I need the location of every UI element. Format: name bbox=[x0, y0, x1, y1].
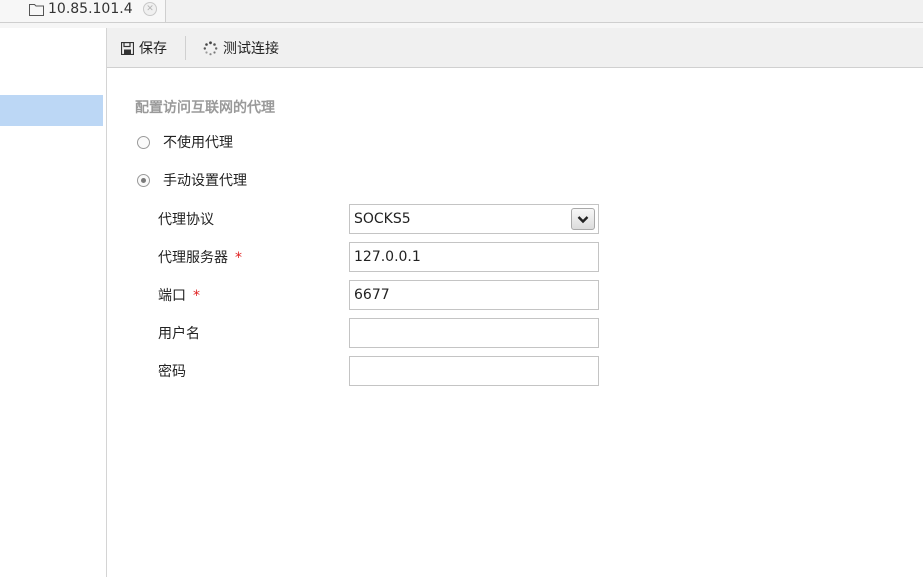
sidebar bbox=[0, 28, 107, 577]
protocol-label: 代理协议 bbox=[158, 212, 214, 228]
password-input[interactable] bbox=[349, 356, 599, 386]
proxy-settings-panel: 配置访问互联网的代理 不使用代理 手动设置代理 代理协议 SOCKS5 代理服务… bbox=[107, 68, 923, 577]
chevron-down-icon[interactable] bbox=[571, 208, 595, 230]
server-label: 代理服务器 * bbox=[158, 247, 242, 267]
section-title: 配置访问互联网的代理 bbox=[135, 100, 275, 116]
tab-bar: 10.85.101.4 ✕ bbox=[0, 0, 923, 23]
save-label: 保存 bbox=[139, 41, 167, 57]
loading-spinner-icon bbox=[203, 40, 218, 55]
no-proxy-option[interactable]: 不使用代理 bbox=[137, 132, 233, 152]
sidebar-item-selected[interactable] bbox=[0, 95, 103, 126]
protocol-select[interactable]: SOCKS5 bbox=[349, 204, 599, 234]
username-input[interactable] bbox=[349, 318, 599, 348]
port-input[interactable] bbox=[349, 280, 599, 310]
manual-proxy-radio[interactable] bbox=[137, 173, 150, 187]
no-proxy-label: 不使用代理 bbox=[163, 135, 233, 151]
password-label: 密码 bbox=[158, 364, 186, 380]
connection-tab[interactable]: 10.85.101.4 ✕ bbox=[0, 0, 166, 22]
server-input[interactable] bbox=[349, 242, 599, 272]
port-label: 端口 * bbox=[158, 285, 200, 305]
test-connection-label: 测试连接 bbox=[223, 41, 279, 57]
username-label: 用户名 bbox=[158, 326, 200, 342]
protocol-value: SOCKS5 bbox=[354, 211, 411, 227]
port-required-mark: * bbox=[193, 288, 200, 304]
test-connection-button[interactable]: 测试连接 bbox=[203, 38, 279, 58]
floppy-disk-icon bbox=[121, 41, 134, 55]
save-button[interactable]: 保存 bbox=[121, 38, 167, 58]
manual-proxy-option[interactable]: 手动设置代理 bbox=[137, 170, 247, 190]
toolbar: 保存 测试连接 bbox=[107, 28, 923, 68]
port-label-text: 端口 bbox=[158, 288, 186, 304]
manual-proxy-label: 手动设置代理 bbox=[163, 173, 247, 189]
server-required-mark: * bbox=[235, 250, 242, 266]
close-icon[interactable]: ✕ bbox=[143, 2, 157, 16]
server-label-text: 代理服务器 bbox=[158, 250, 228, 266]
no-proxy-radio[interactable] bbox=[137, 135, 150, 149]
tab-label: 10.85.101.4 bbox=[48, 1, 133, 17]
toolbar-separator bbox=[185, 36, 186, 60]
folder-icon bbox=[29, 4, 44, 16]
